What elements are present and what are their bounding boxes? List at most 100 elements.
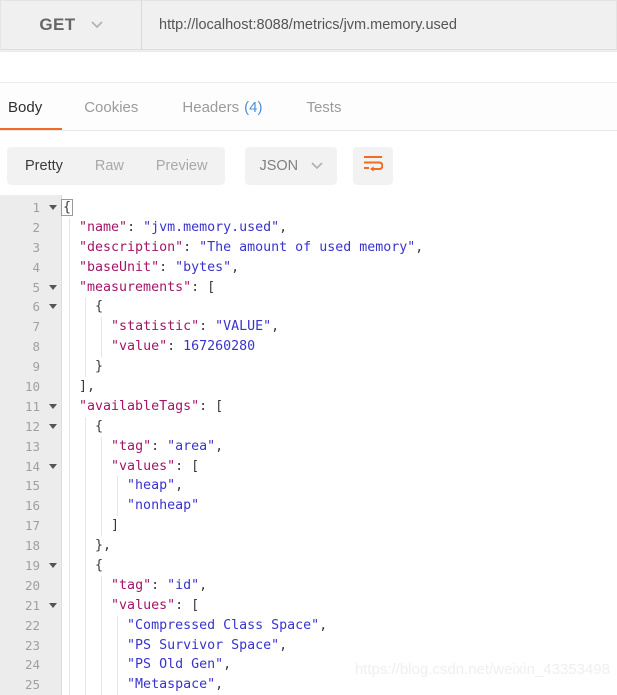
code-line: ],: [63, 377, 617, 397]
token-punc: ,: [223, 657, 232, 673]
response-tab-headers[interactable]: Headers (4): [160, 83, 284, 131]
indent-guide: [85, 675, 86, 695]
code-fold-arrow[interactable]: [49, 423, 57, 429]
code-fold-arrow[interactable]: [49, 403, 57, 409]
code-line: ]: [63, 516, 617, 537]
line-number: 8: [32, 339, 40, 355]
chevron-down-icon: [310, 158, 323, 171]
token-punc: : [: [175, 597, 200, 613]
view-mode-pretty[interactable]: Pretty: [9, 149, 79, 183]
token-punc: ,: [279, 219, 288, 235]
http-method-label: GET: [39, 15, 76, 34]
token-punc: ,: [199, 577, 208, 593]
token-str: "PS Old Gen": [127, 657, 224, 673]
token-punc: :: [151, 577, 168, 593]
token-punc: : [: [191, 279, 216, 295]
token-punc: },: [95, 538, 112, 554]
line-number: 10: [24, 379, 40, 395]
code-fold-arrow[interactable]: [49, 602, 57, 608]
body-view-mode-group: Pretty Raw Preview: [7, 147, 226, 185]
line-number: 17: [24, 518, 40, 534]
token-str: "heap": [127, 478, 176, 494]
indent-guide: [101, 595, 102, 616]
line-number: 18: [24, 538, 40, 554]
indent-guide: [101, 456, 102, 477]
indent-guide: [85, 496, 86, 517]
line-number: 25: [24, 677, 40, 693]
code-line-text: "statistic": "VALUE",: [63, 319, 279, 334]
tab-label: Tests: [306, 98, 342, 116]
indent-guide: [69, 516, 70, 537]
token-str: "jvm.memory.used": [143, 219, 280, 235]
code-line-text: "measurements": [: [63, 280, 215, 295]
chevron-down-icon: [90, 17, 103, 30]
code-fold-arrow[interactable]: [49, 563, 57, 569]
indent-guide: [117, 675, 118, 695]
indent-guide: [101, 655, 102, 676]
token-str: "Compressed Class Space": [127, 617, 320, 633]
token-punc: ,: [271, 319, 280, 335]
code-fold-arrow[interactable]: [49, 284, 57, 290]
code-line: "name": "jvm.memory.used",: [63, 217, 617, 238]
token-punc: :: [183, 239, 200, 255]
code-line-text: "availableTags": [: [63, 399, 223, 414]
tabrow-base-rule: [0, 130, 617, 131]
response-tab-cookies[interactable]: Cookies: [62, 83, 160, 131]
request-url-bar: GET http://localhost:8088/metrics/jvm.me…: [0, 0, 617, 50]
token-key: "name": [79, 219, 128, 235]
code-fold-arrow[interactable]: [49, 205, 57, 210]
token-punc: :: [167, 339, 184, 355]
code-line-text: "name": "jvm.memory.used",: [63, 220, 287, 235]
token-punc: }: [95, 359, 104, 375]
request-url-input[interactable]: http://localhost:8088/metrics/jvm.memory…: [141, 0, 617, 50]
postman-response-view: GET http://localhost:8088/metrics/jvm.me…: [0, 0, 617, 695]
response-format-selector[interactable]: JSON: [245, 147, 338, 185]
indent-guide: [69, 595, 70, 616]
code-line: "heap",: [63, 476, 617, 497]
indent-guide: [85, 416, 86, 437]
http-method-selector[interactable]: GET: [0, 0, 141, 50]
indent-guide: [69, 377, 70, 397]
token-str: "VALUE": [215, 319, 272, 335]
token-punc: ,: [415, 239, 424, 255]
code-line: "PS Survivor Space",: [63, 635, 617, 656]
tab-label: Headers: [182, 98, 240, 116]
indent-guide: [85, 536, 86, 557]
view-mode-preview[interactable]: Preview: [140, 149, 224, 183]
tab-label: Body: [8, 98, 43, 116]
response-tab-tests[interactable]: Tests: [284, 83, 363, 131]
code-line-text: "heap",: [63, 478, 183, 493]
code-line: {: [63, 556, 617, 576]
token-punc: ,: [215, 438, 224, 454]
code-line-text: "Metaspace",: [63, 677, 223, 692]
code-line: "measurements": [: [63, 277, 617, 298]
token-str: "bytes": [175, 259, 232, 275]
code-fold-arrow[interactable]: [49, 304, 57, 310]
code-fold-arrow[interactable]: [49, 463, 57, 469]
code-line: "Compressed Class Space",: [63, 615, 617, 636]
line-number: 19: [0, 556, 62, 576]
indent-guide: [85, 317, 86, 338]
code-line-text: "PS Old Gen",: [63, 657, 231, 672]
code-line: "values": [: [63, 456, 617, 477]
indent-guide: [69, 635, 70, 656]
response-tab-body[interactable]: Body: [0, 83, 63, 131]
token-punc: : [: [199, 398, 224, 414]
line-number: 14: [0, 457, 62, 477]
response-body-code-view[interactable]: 1 2 3 4 5 6 7 8 9 10 11 12 13 14 15 16 17 18 19 20 21 22 23 24 2…: [0, 195, 617, 695]
line-number: 16: [24, 498, 40, 514]
indent-guide: [69, 337, 70, 358]
word-wrap-button[interactable]: [353, 147, 394, 185]
line-number: 24: [24, 657, 40, 673]
token-str: "Metaspace": [127, 677, 216, 693]
code-content[interactable]: { "name": "jvm.memory.used", "descriptio…: [60, 198, 617, 695]
line-number: 5: [0, 278, 62, 298]
code-line: "statistic": "VALUE",: [63, 317, 617, 338]
token-punc: {: [95, 558, 104, 574]
indent-guide: [85, 556, 86, 576]
indent-guide: [69, 317, 70, 338]
token-key: "statistic": [111, 319, 200, 335]
tab-count-badge: (4): [244, 98, 263, 116]
view-mode-raw[interactable]: Raw: [79, 149, 140, 183]
indent-guide: [69, 357, 70, 378]
